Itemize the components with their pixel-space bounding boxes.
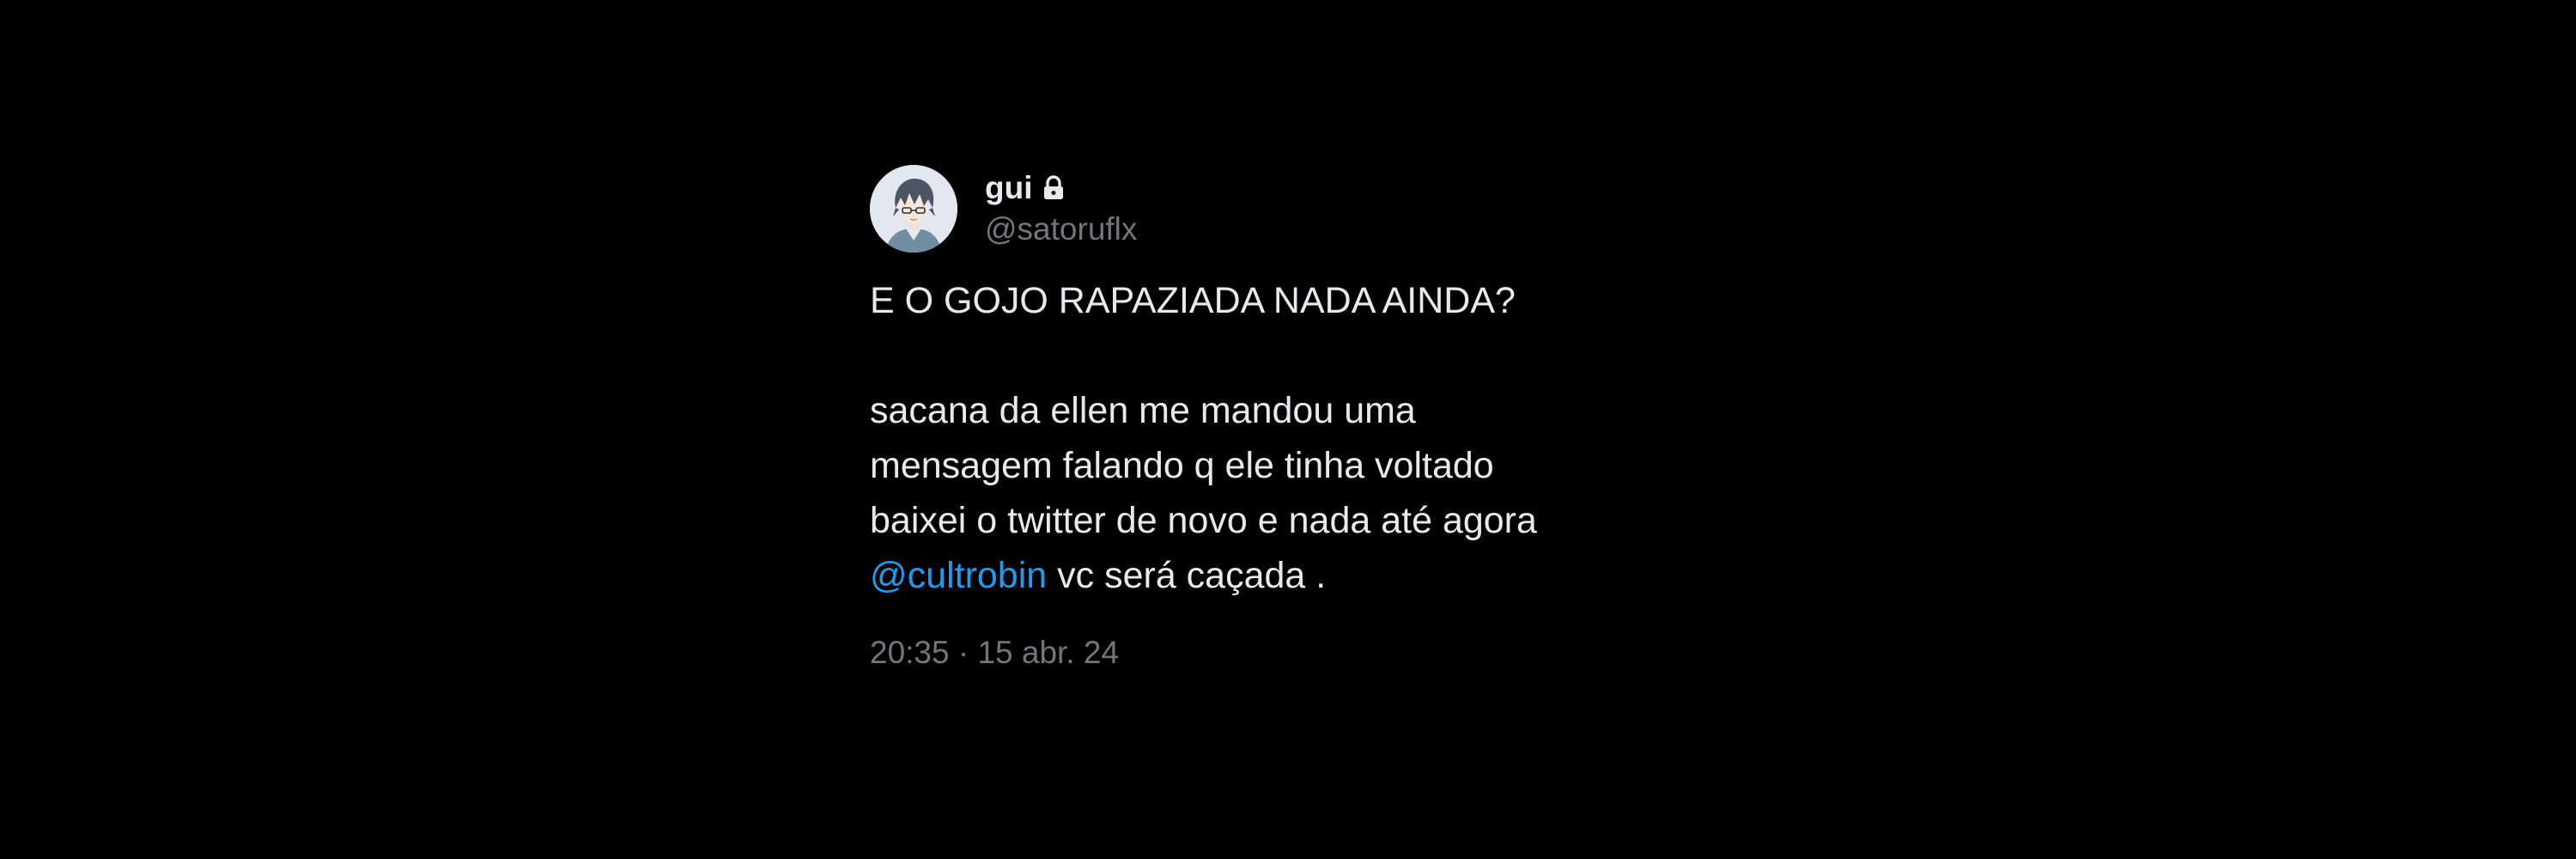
tweet-line-5-text: vc será caçada . (1047, 555, 1327, 596)
avatar[interactable] (870, 165, 957, 253)
anime-avatar-icon (870, 165, 957, 253)
lock-icon (1044, 175, 1064, 199)
user-meta: gui @satoruflx (985, 168, 1137, 250)
mention-link[interactable]: @cultrobin (870, 555, 1047, 596)
tweet-line-5: @cultrobin vc será caçada . (870, 548, 1814, 603)
tweet-text: E O GOJO RAPAZIADA NADA AINDA? sacana da… (870, 273, 1814, 603)
display-name-row: gui (985, 168, 1137, 209)
tweet-line-2: sacana da ellen me mandou uma (870, 390, 1416, 431)
tweet-header: gui @satoruflx (870, 163, 1814, 254)
tweet-card: gui @satoruflx E O GOJO RAPAZIADA NADA A… (870, 163, 1814, 673)
tweet-line-1: E O GOJO RAPAZIADA NADA AINDA? (870, 280, 1516, 321)
display-name[interactable]: gui (985, 168, 1032, 209)
tweet-timestamp[interactable]: 20:35 · 15 abr. 24 (870, 632, 1814, 673)
user-handle[interactable]: @satoruflx (985, 209, 1137, 250)
tweet-line-3: mensagem falando q ele tinha voltado (870, 445, 1494, 486)
tweet-line-4: baixei o twitter de novo e nada até agor… (870, 500, 1537, 541)
